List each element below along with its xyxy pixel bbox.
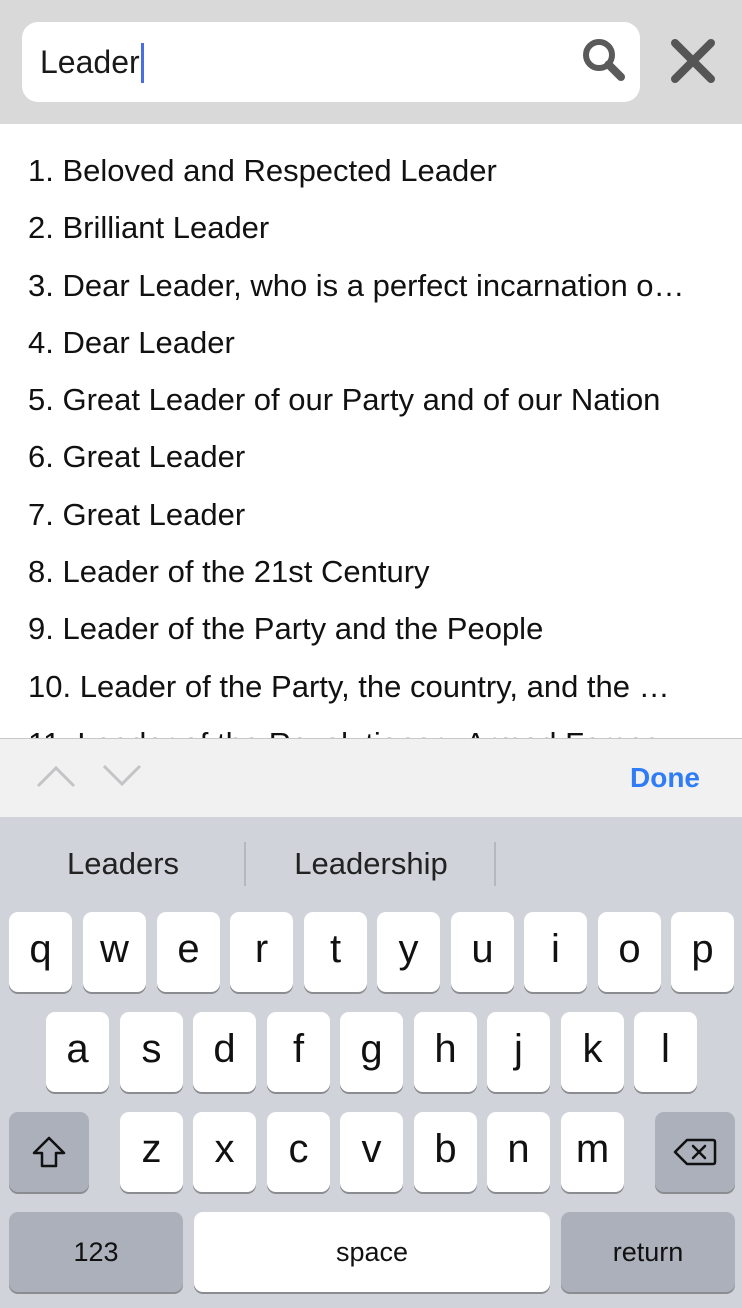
close-icon[interactable] [668,36,718,86]
key-k[interactable]: k [561,1012,624,1092]
list-item[interactable]: 9. Leader of the Party and the People [28,600,718,657]
list-item[interactable]: 4. Dear Leader [28,314,718,371]
key-d[interactable]: d [193,1012,256,1092]
key-f[interactable]: f [267,1012,330,1092]
results-list[interactable]: 1. Beloved and Respected Leader 2. Brill… [0,124,742,738]
key-o[interactable]: o [598,912,661,992]
key-e[interactable]: e [157,912,220,992]
key-u[interactable]: u [451,912,514,992]
key-g[interactable]: g [340,1012,403,1092]
list-item[interactable]: 3. Dear Leader, who is a perfect incarna… [28,257,718,314]
key-h[interactable]: h [414,1012,477,1092]
key-n[interactable]: n [487,1112,550,1192]
list-item[interactable]: 1. Beloved and Respected Leader [28,142,718,199]
key-a[interactable]: a [46,1012,109,1092]
search-icon[interactable] [580,36,626,82]
chevron-down-icon[interactable] [102,764,142,788]
search-header: Leader [0,0,742,124]
list-item[interactable]: 7. Great Leader [28,486,718,543]
done-button[interactable]: Done [610,750,720,806]
list-item[interactable]: 10. Leader of the Party, the country, an… [28,658,718,715]
list-item[interactable]: 2. Brilliant Leader [28,199,718,256]
list-item[interactable]: 6. Great Leader [28,428,718,485]
key-c[interactable]: c [267,1112,330,1192]
chevron-up-icon[interactable] [36,764,76,788]
key-t[interactable]: t [304,912,367,992]
search-query-text: Leader [40,44,140,80]
space-key[interactable]: space [194,1212,550,1292]
key-w[interactable]: w [83,912,146,992]
key-i[interactable]: i [524,912,587,992]
key-z[interactable]: z [120,1112,183,1192]
list-item[interactable]: 8. Leader of the 21st Century [28,543,718,600]
suggestion-leaders[interactable]: Leaders [22,835,224,893]
search-field[interactable]: Leader [22,22,640,102]
suggestion-divider [244,842,246,886]
search-input[interactable]: Leader [40,22,560,102]
key-b[interactable]: b [414,1112,477,1192]
backspace-key[interactable] [655,1112,735,1192]
key-m[interactable]: m [561,1112,624,1192]
backspace-icon [673,1138,717,1166]
key-y[interactable]: y [377,912,440,992]
return-key[interactable]: return [561,1212,735,1292]
key-p[interactable]: p [671,912,734,992]
text-caret [140,42,144,83]
list-item[interactable]: 5. Great Leader of our Party and of our … [28,371,718,428]
key-x[interactable]: x [193,1112,256,1192]
list-item[interactable]: 11. Leader of the Revolutionary Armed Fo… [28,715,718,738]
shift-icon [32,1136,66,1168]
shift-key[interactable] [9,1112,89,1192]
key-v[interactable]: v [340,1112,403,1192]
key-q[interactable]: q [9,912,72,992]
numbers-key[interactable]: 123 [9,1212,183,1292]
key-r[interactable]: r [230,912,293,992]
key-j[interactable]: j [487,1012,550,1092]
key-s[interactable]: s [120,1012,183,1092]
key-l[interactable]: l [634,1012,697,1092]
suggestion-leadership[interactable]: Leadership [266,835,476,893]
suggestion-divider [494,842,496,886]
